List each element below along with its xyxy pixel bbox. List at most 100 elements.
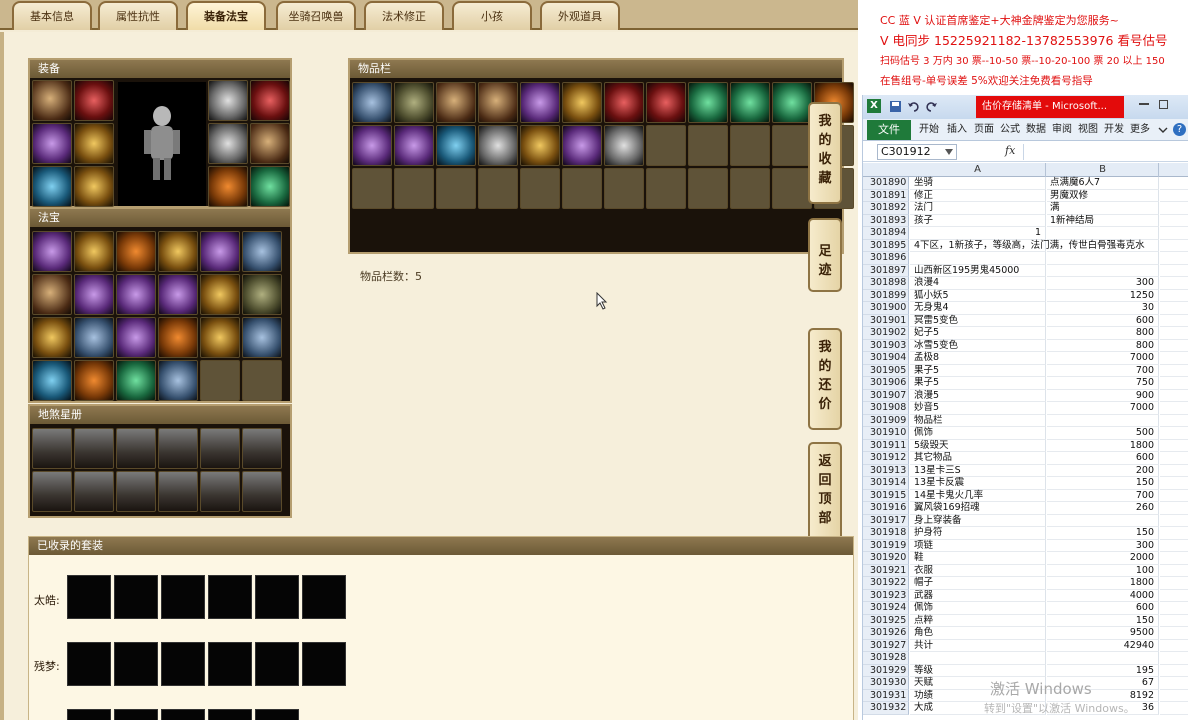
row-number[interactable]: 301928: [863, 652, 909, 665]
save-icon[interactable]: [889, 100, 902, 113]
inventory-item[interactable]: [604, 125, 644, 166]
row-number[interactable]: 301912: [863, 452, 909, 465]
cell-b[interactable]: 4000: [1047, 589, 1159, 602]
cell-c[interactable]: [1160, 640, 1188, 652]
row-number[interactable]: 301891: [863, 189, 909, 202]
cell-c[interactable]: [1160, 515, 1188, 527]
cell-a[interactable]: 狐小妖5: [910, 289, 1046, 302]
cell-b[interactable]: 1250: [1047, 289, 1159, 302]
row-number[interactable]: 301931: [863, 689, 909, 702]
tab-mount-summon[interactable]: 坐骑召唤兽: [276, 1, 356, 30]
my-counteroffer-button[interactable]: 我 的 还 价: [808, 328, 842, 430]
star-card[interactable]: [200, 471, 240, 512]
cell-b[interactable]: 300: [1047, 539, 1159, 552]
row-number[interactable]: 301913: [863, 464, 909, 477]
cell-c[interactable]: [1160, 315, 1188, 327]
cell-c[interactable]: [1160, 677, 1188, 690]
inventory-empty-slot[interactable]: [688, 168, 728, 209]
my-favorites-button[interactable]: 我 的 收 藏: [808, 102, 842, 204]
back-to-top-button[interactable]: 返 回 顶 部: [808, 442, 842, 544]
cell-b[interactable]: 30: [1047, 302, 1159, 315]
cell-c[interactable]: [1160, 465, 1188, 477]
cell-c[interactable]: [1160, 690, 1188, 702]
row-number[interactable]: 301897: [863, 264, 909, 277]
inventory-empty-slot[interactable]: [352, 168, 392, 209]
set-item[interactable]: [302, 575, 346, 619]
inventory-item[interactable]: [352, 82, 392, 123]
cell-b[interactable]: 800: [1047, 327, 1159, 340]
inventory-item[interactable]: [394, 82, 434, 123]
fabao-item[interactable]: [200, 317, 240, 358]
star-card[interactable]: [74, 471, 114, 512]
cell-b[interactable]: [1047, 227, 1159, 240]
cell-b[interactable]: 200: [1047, 464, 1159, 477]
redo-icon[interactable]: [925, 100, 938, 113]
cell-a[interactable]: 浪漫5: [910, 389, 1046, 402]
cell-b[interactable]: 男魔双修: [1047, 189, 1159, 202]
cell-c[interactable]: [1160, 252, 1188, 265]
cell-c[interactable]: [1160, 427, 1188, 440]
inventory-item[interactable]: [646, 82, 686, 123]
equip-slot-helmet[interactable]: [32, 80, 72, 121]
inventory-empty-slot[interactable]: [394, 168, 434, 209]
cell-a[interactable]: 角色: [910, 627, 1046, 640]
cell-b[interactable]: 600: [1047, 602, 1159, 615]
row-number[interactable]: 301910: [863, 427, 909, 440]
cell-a[interactable]: 修正: [910, 189, 1046, 202]
cell-b[interactable]: [1047, 252, 1159, 265]
cell-a[interactable]: 山西新区195男鬼45000: [910, 264, 1046, 277]
fabao-item[interactable]: [200, 274, 240, 315]
star-card[interactable]: [242, 428, 282, 469]
cell-b[interactable]: 500: [1047, 427, 1159, 440]
cell-b[interactable]: 700: [1047, 489, 1159, 502]
cell-a[interactable]: 果子5: [910, 377, 1046, 390]
ribbon-tab-view[interactable]: 视图: [1078, 119, 1098, 141]
set-item[interactable]: [255, 642, 299, 686]
cell-a[interactable]: 妃子5: [910, 327, 1046, 340]
cell-c[interactable]: [1160, 602, 1188, 615]
cell-c[interactable]: [1160, 540, 1188, 552]
inventory-empty-slot[interactable]: [730, 125, 770, 166]
cell-a[interactable]: 孩子: [910, 214, 1046, 227]
fabao-item[interactable]: [116, 231, 156, 272]
set-item[interactable]: [208, 709, 252, 720]
fabao-item[interactable]: [74, 317, 114, 358]
cell-b[interactable]: 7000: [1047, 352, 1159, 365]
row-number[interactable]: 301916: [863, 502, 909, 515]
row-number[interactable]: 301896: [863, 252, 909, 265]
inventory-item[interactable]: [562, 125, 602, 166]
row-number[interactable]: 301900: [863, 302, 909, 315]
fabao-item[interactable]: [158, 231, 198, 272]
cell-b[interactable]: 7000: [1047, 402, 1159, 415]
tab-basic-info[interactable]: 基本信息: [12, 1, 92, 30]
cell-c[interactable]: [1160, 415, 1188, 427]
cell-c[interactable]: [1160, 440, 1188, 452]
tab-child[interactable]: 小孩: [452, 1, 532, 30]
cell-a[interactable]: 孟极8: [910, 352, 1046, 365]
cell-c[interactable]: [1160, 490, 1188, 502]
cell-c[interactable]: [1160, 702, 1188, 715]
cell-a[interactable]: 项链: [910, 539, 1046, 552]
set-item[interactable]: [67, 575, 111, 619]
cell-a[interactable]: 其它物品: [910, 452, 1046, 465]
cell-a[interactable]: 护身符: [910, 527, 1046, 540]
cell-c[interactable]: [1160, 352, 1188, 365]
fabao-item[interactable]: [32, 360, 72, 401]
row-number[interactable]: 301914: [863, 477, 909, 490]
inventory-item[interactable]: [394, 125, 434, 166]
fabao-item[interactable]: [74, 231, 114, 272]
fabao-item[interactable]: [32, 317, 72, 358]
cell-c[interactable]: [1160, 477, 1188, 490]
cell-c[interactable]: [1160, 365, 1188, 377]
star-card[interactable]: [74, 428, 114, 469]
row-number[interactable]: 301907: [863, 389, 909, 402]
inventory-item[interactable]: [562, 82, 602, 123]
cell-a[interactable]: 共计: [910, 639, 1046, 652]
cell-a[interactable]: 无身鬼4: [910, 302, 1046, 315]
set-item[interactable]: [208, 642, 252, 686]
row-number[interactable]: 301921: [863, 564, 909, 577]
minimize-icon[interactable]: [1139, 103, 1149, 105]
row-number[interactable]: 301901: [863, 314, 909, 327]
equip-slot-mask[interactable]: [208, 80, 248, 121]
fabao-item[interactable]: [158, 317, 198, 358]
